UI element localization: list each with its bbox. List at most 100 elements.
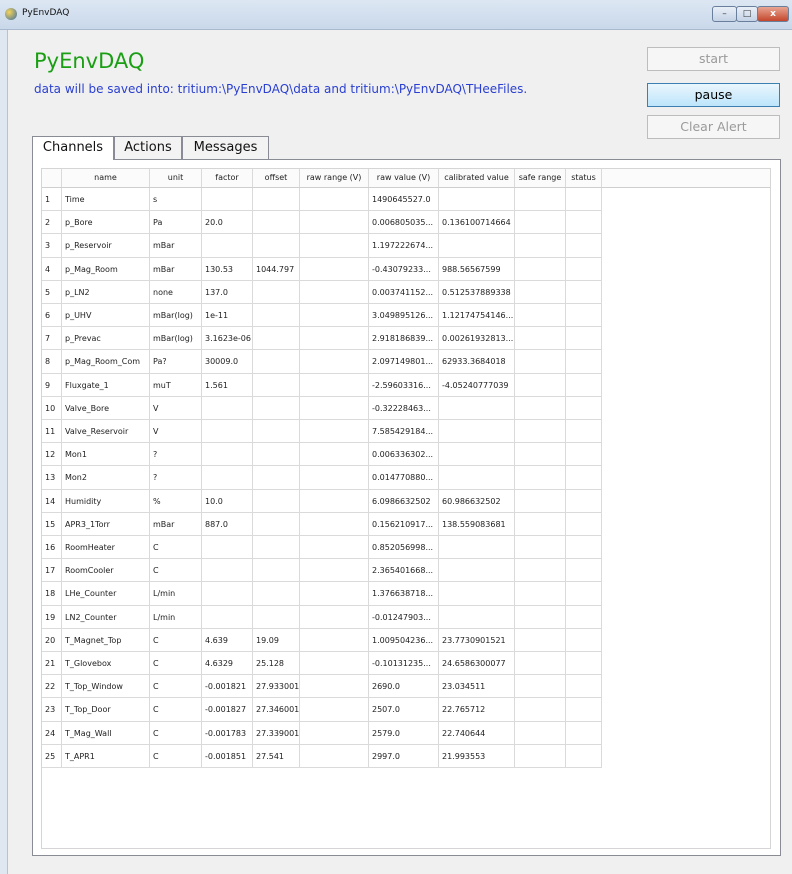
cell-raw-value[interactable]: -0.01247903...	[369, 605, 439, 629]
cell-offset[interactable]: 19.09	[253, 628, 300, 652]
table-row[interactable]: 1 Time s 1490645527.0	[42, 188, 602, 212]
cell-offset[interactable]	[253, 536, 300, 560]
cell-calibrated-value[interactable]: 22.765712	[439, 698, 515, 722]
column-header-unit[interactable]: unit	[150, 169, 202, 187]
table-row[interactable]: 2 p_Bore Pa 20.0 0.006805035... 0.13610071466…	[42, 211, 602, 235]
table-row[interactable]: 14 Humidity% 10.0 6.0986632502 60.986632502	[42, 489, 602, 513]
cell-raw-value[interactable]: 2.365401668...	[369, 559, 439, 583]
column-header-raw-value[interactable]: raw value (V)	[369, 169, 439, 187]
cell-calibrated-value[interactable]: 1.12174754146...	[439, 304, 515, 328]
table-row[interactable]: 7 p_Prevac mBar(log) 3.1623e-06 2.918186839.…	[42, 327, 602, 351]
cell-raw-range[interactable]	[300, 211, 369, 235]
cell-unit[interactable]: V	[150, 396, 202, 420]
cell-unit[interactable]: mBar	[150, 234, 202, 258]
cell-raw-value[interactable]: 7.585429184...	[369, 420, 439, 444]
cell-safe-range[interactable]	[515, 512, 566, 536]
cell-offset[interactable]: 27.339001	[253, 721, 300, 745]
cell-raw-value[interactable]: 2.097149801...	[369, 350, 439, 374]
cell-factor[interactable]: -0.001821	[202, 675, 253, 699]
cell-raw-range[interactable]	[300, 234, 369, 258]
cell-raw-value[interactable]: 3.049895126...	[369, 304, 439, 328]
cell-unit[interactable]: C	[150, 628, 202, 652]
cell-offset[interactable]	[253, 280, 300, 304]
table-row[interactable]: 20 T_Magnet_Top C 4.639 19.09 1.009504236... 2…	[42, 628, 602, 652]
column-header-status[interactable]: status	[566, 169, 602, 187]
cell-raw-value[interactable]: 0.156210917...	[369, 512, 439, 536]
cell-factor[interactable]	[202, 559, 253, 583]
cell-calibrated-value[interactable]	[439, 536, 515, 560]
cell-calibrated-value[interactable]: 60.986632502	[439, 489, 515, 513]
cell-raw-range[interactable]	[300, 489, 369, 513]
cell-unit[interactable]: C	[150, 698, 202, 722]
tab-messages[interactable]: Messages	[182, 136, 269, 159]
table-row[interactable]: 3 p_Reservoir mBar 1.197222674...	[42, 234, 602, 258]
cell-raw-value[interactable]: 1490645527.0	[369, 188, 439, 212]
window-titlebar[interactable]: PyEnvDAQ – □ x	[0, 0, 792, 30]
cell-status[interactable]	[566, 675, 602, 699]
cell-status[interactable]	[566, 628, 602, 652]
cell-raw-range[interactable]	[300, 536, 369, 560]
cell-status[interactable]	[566, 698, 602, 722]
table-row[interactable]: 8 p_Mag_Room_Com Pa? 30009.0 2.097149801... 6…	[42, 350, 602, 374]
cell-factor[interactable]: 137.0	[202, 280, 253, 304]
cell-offset[interactable]	[253, 512, 300, 536]
table-row[interactable]: 23 T_Top_Door C -0.001827 27.346001 2507.0 22.…	[42, 698, 602, 722]
cell-unit[interactable]: L/min	[150, 605, 202, 629]
cell-raw-value[interactable]: 2690.0	[369, 675, 439, 699]
cell-raw-range[interactable]	[300, 188, 369, 212]
cell-name[interactable]: Mon2	[62, 466, 150, 490]
cell-factor[interactable]	[202, 188, 253, 212]
column-header-factor[interactable]: factor	[202, 169, 253, 187]
cell-factor[interactable]: -0.001827	[202, 698, 253, 722]
cell-unit[interactable]: s	[150, 188, 202, 212]
cell-name[interactable]: LN2_Counter	[62, 605, 150, 629]
cell-offset[interactable]	[253, 234, 300, 258]
cell-factor[interactable]: 130.53	[202, 257, 253, 281]
cell-factor[interactable]: 1.561	[202, 373, 253, 397]
cell-calibrated-value[interactable]: 21.993553	[439, 744, 515, 768]
cell-calibrated-value[interactable]: 0.512537889338	[439, 280, 515, 304]
cell-factor[interactable]	[202, 396, 253, 420]
cell-safe-range[interactable]	[515, 420, 566, 444]
cell-status[interactable]	[566, 721, 602, 745]
cell-raw-value[interactable]: 1.376638718...	[369, 582, 439, 606]
cell-raw-value[interactable]: 1.197222674...	[369, 234, 439, 258]
cell-unit[interactable]: Pa	[150, 211, 202, 235]
cell-raw-range[interactable]	[300, 582, 369, 606]
cell-raw-value[interactable]: 0.003741152...	[369, 280, 439, 304]
cell-status[interactable]	[566, 327, 602, 351]
cell-raw-value[interactable]: -0.32228463...	[369, 396, 439, 420]
channels-table[interactable]: name unit factor offset raw range (V) raw val…	[41, 168, 771, 849]
cell-safe-range[interactable]	[515, 280, 566, 304]
cell-factor[interactable]: -0.001783	[202, 721, 253, 745]
table-row[interactable]: 6 p_UHV mBar(log) 1e-11 3.049895126... 1.1217…	[42, 304, 602, 328]
cell-status[interactable]	[566, 559, 602, 583]
cell-raw-range[interactable]	[300, 373, 369, 397]
cell-raw-range[interactable]	[300, 559, 369, 583]
cell-name[interactable]: p_LN2	[62, 280, 150, 304]
cell-status[interactable]	[566, 489, 602, 513]
clear-alert-button[interactable]: Clear Alert	[647, 115, 780, 139]
cell-factor[interactable]	[202, 605, 253, 629]
cell-factor[interactable]	[202, 443, 253, 467]
cell-raw-range[interactable]	[300, 721, 369, 745]
table-row[interactable]: 19 LN2_Counter L/min -0.01247903...	[42, 605, 602, 629]
cell-name[interactable]: LHe_Counter	[62, 582, 150, 606]
cell-calibrated-value[interactable]: 23.7730901521	[439, 628, 515, 652]
cell-offset[interactable]	[253, 559, 300, 583]
cell-name[interactable]: p_Mag_Room_Com	[62, 350, 150, 374]
cell-offset[interactable]	[253, 211, 300, 235]
cell-name[interactable]: Humidity	[62, 489, 150, 513]
cell-name[interactable]: Mon1	[62, 443, 150, 467]
cell-safe-range[interactable]	[515, 675, 566, 699]
cell-offset[interactable]: 27.541	[253, 744, 300, 768]
cell-status[interactable]	[566, 652, 602, 676]
start-button[interactable]: start	[647, 47, 780, 71]
cell-calibrated-value[interactable]: 22.740644	[439, 721, 515, 745]
cell-status[interactable]	[566, 443, 602, 467]
cell-name[interactable]: T_Glovebox	[62, 652, 150, 676]
cell-safe-range[interactable]	[515, 396, 566, 420]
cell-offset[interactable]: 27.933001	[253, 675, 300, 699]
cell-raw-value[interactable]: 0.006805035...	[369, 211, 439, 235]
cell-raw-range[interactable]	[300, 280, 369, 304]
